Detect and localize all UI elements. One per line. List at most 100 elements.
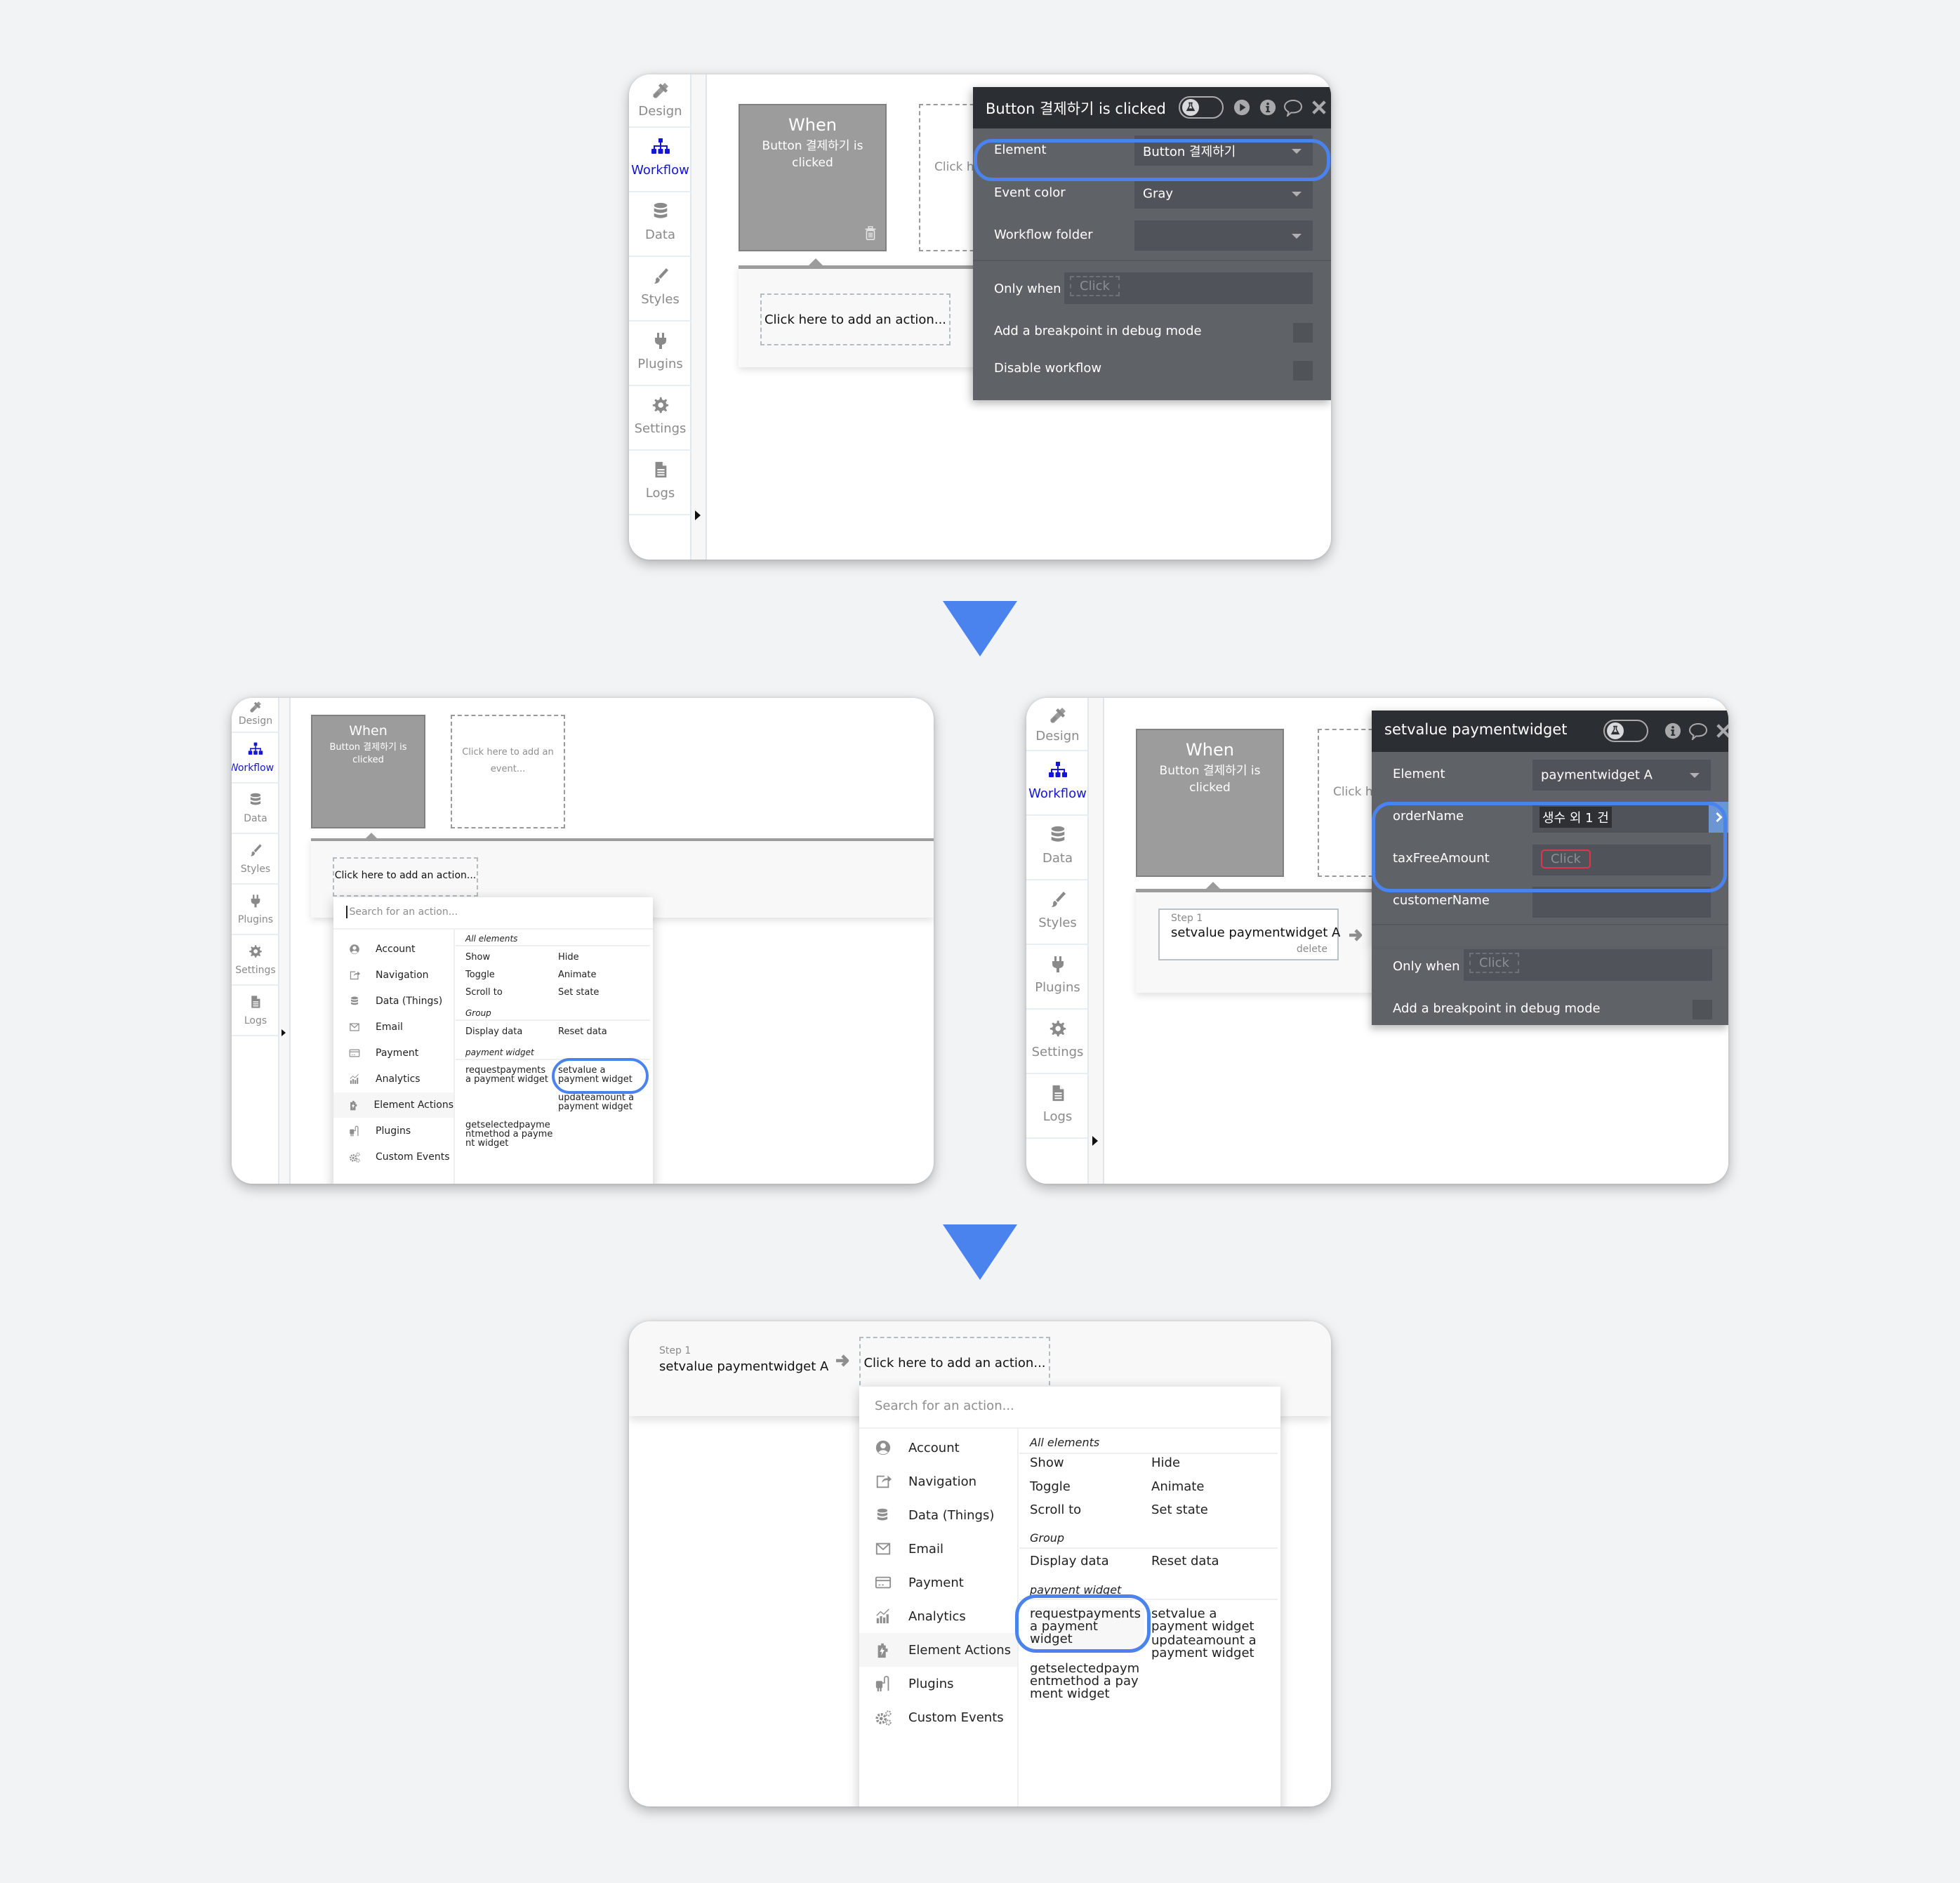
option-requestpayments[interactable]: requestpayments a payment widget [465,1066,552,1084]
sidebar-item-design[interactable]: Design [629,74,691,128]
sidebar-item-data[interactable]: Data [1026,816,1089,880]
category-custom-events[interactable]: Custom Events [333,1144,453,1170]
option-display-data[interactable]: Display data [465,1026,522,1037]
sidebar-item-workflow[interactable]: Workflow [1026,751,1089,816]
sidebar-item-workflow[interactable]: Workflow [629,128,691,192]
only-when-field[interactable]: Click [1464,949,1712,981]
option-reset-data[interactable]: Reset data [558,1026,607,1037]
option-set-state[interactable]: Set state [1151,1502,1208,1517]
category-navigation[interactable]: Navigation [859,1465,1017,1498]
option-getselectedpaymentmethod[interactable]: getselectedpaymentmethod a payment widge… [465,1121,554,1148]
category-account[interactable]: Account [859,1431,1017,1465]
only-when-field[interactable]: Click [1064,272,1313,304]
option-setvalue[interactable]: setvalue a payment widget [1151,1608,1264,1633]
option-show[interactable]: Show [465,952,490,963]
close-icon[interactable] [1714,722,1728,740]
step-delete-link[interactable]: delete [1297,944,1327,955]
event-color-dropdown[interactable]: Gray [1134,178,1313,209]
sidebar-item-settings[interactable]: Settings [629,386,691,451]
sidebar-item-plugins[interactable]: Plugins [629,322,691,386]
option-display-data[interactable]: Display data [1030,1554,1109,1568]
add-event-box[interactable]: Click here to add an event... [451,715,565,828]
category-email[interactable]: Email [333,1015,453,1040]
category-analytics[interactable]: Analytics [333,1066,453,1092]
category-label: Element Actions [908,1642,1011,1658]
option-hide[interactable]: Hide [1151,1455,1180,1470]
sidebar-item-data[interactable]: Data [232,784,279,834]
category-plugins[interactable]: Plugins [333,1118,453,1144]
trash-icon[interactable] [863,225,878,244]
sidebar-item-design[interactable]: Design [1026,698,1089,751]
option-reset-data[interactable]: Reset data [1151,1554,1219,1568]
sidebar-item-logs[interactable]: Logs [232,986,279,1036]
sidebar-expand-caret-icon[interactable] [282,1029,286,1036]
category-plugins[interactable]: Plugins [859,1667,1017,1700]
event-card[interactable]: When Button 결제하기 is clicked [311,715,425,828]
category-element-actions[interactable]: Element Actions [333,1092,453,1118]
debug-toggle[interactable] [1603,720,1648,742]
event-card[interactable]: When Button 결제하기 is clicked [739,104,887,251]
option-set-state[interactable]: Set state [558,987,599,998]
workflow-folder-dropdown[interactable] [1134,220,1313,251]
sidebar-item-styles[interactable]: Styles [232,834,279,885]
category-payment[interactable]: Payment [859,1566,1017,1599]
event-card[interactable]: When Button 결제하기 is clicked [1136,729,1284,877]
option-scroll-to[interactable]: Scroll to [1030,1502,1081,1517]
sidebar-item-logs[interactable]: Logs [629,451,691,515]
gear-icon [629,395,691,416]
action-properties-dialog-lower: Only when Click Add a breakpoint in debu… [1372,949,1728,1025]
step-1-card[interactable]: Step 1 setvalue paymentwidget A delete [1158,909,1340,960]
sidebar-item-plugins[interactable]: Plugins [1026,945,1089,1010]
category-custom-events[interactable]: Custom Events [859,1700,1017,1734]
sidebar-item-settings[interactable]: Settings [232,935,279,986]
sidebar-item-workflow[interactable]: Workflow [232,733,279,784]
category-payment[interactable]: Payment [333,1040,453,1066]
option-updateamount[interactable]: updateamount a payment widget [1151,1634,1264,1660]
option-hide[interactable]: Hide [558,952,579,963]
add-action-box[interactable]: Click here to add an action... [760,293,951,345]
category-data-things[interactable]: Data (Things) [859,1498,1017,1532]
close-icon[interactable] [1310,98,1328,117]
category-email[interactable]: Email [859,1532,1017,1566]
option-animate[interactable]: Animate [558,970,596,980]
info-icon[interactable] [1664,722,1682,740]
category-element-actions[interactable]: Element Actions [859,1633,1017,1667]
sidebar-expand-caret-icon[interactable] [695,510,701,520]
sidebar-item-styles[interactable]: Styles [629,257,691,322]
sidebar-item-logs[interactable]: Logs [1026,1074,1089,1139]
category-account[interactable]: Account [333,937,453,962]
comment-icon[interactable] [1689,722,1707,740]
custom-events-icon [859,1709,908,1726]
sidebar-expand-caret-icon[interactable] [1092,1136,1098,1146]
only-when-placeholder[interactable]: Click [1469,953,1519,973]
info-icon[interactable] [1259,98,1277,117]
breakpoint-checkbox[interactable] [1693,1000,1712,1019]
add-action-box[interactable]: Click here to add an action... [333,857,478,897]
sidebar-item-styles[interactable]: Styles [1026,880,1089,945]
only-when-placeholder[interactable]: Click [1070,276,1120,296]
breakpoint-checkbox[interactable] [1293,323,1313,343]
comment-icon[interactable] [1284,98,1302,117]
option-updateamount[interactable]: updateamount a payment widget [558,1093,645,1111]
sidebar-item-design[interactable]: Design [232,698,279,733]
disable-workflow-checkbox[interactable] [1293,361,1313,381]
option-animate[interactable]: Animate [1151,1479,1204,1494]
sidebar-item-settings[interactable]: Settings [1026,1010,1089,1074]
step-1-name[interactable]: setvalue paymentwidget A [659,1359,828,1374]
category-analytics[interactable]: Analytics [859,1599,1017,1633]
sidebar-item-plugins[interactable]: Plugins [232,885,279,935]
category-navigation[interactable]: Navigation [333,963,453,988]
play-icon[interactable] [1233,98,1251,117]
option-toggle[interactable]: Toggle [465,970,495,980]
option-toggle[interactable]: Toggle [1030,1479,1071,1494]
action-search-input[interactable]: Search for an action... [333,897,653,930]
option-getselectedpaymentmethod[interactable]: getselectedpaymentmethod a payment widge… [1030,1663,1144,1700]
category-data-things[interactable]: Data (Things) [333,989,453,1014]
element-dropdown[interactable]: paymentwidget A [1532,760,1711,791]
debug-toggle[interactable] [1179,96,1224,119]
design-tools-icon [629,80,691,101]
option-scroll-to[interactable]: Scroll to [465,987,503,998]
action-search-input[interactable]: Search for an action... [859,1387,1280,1429]
sidebar-item-data[interactable]: Data [629,192,691,257]
option-show[interactable]: Show [1030,1455,1064,1470]
